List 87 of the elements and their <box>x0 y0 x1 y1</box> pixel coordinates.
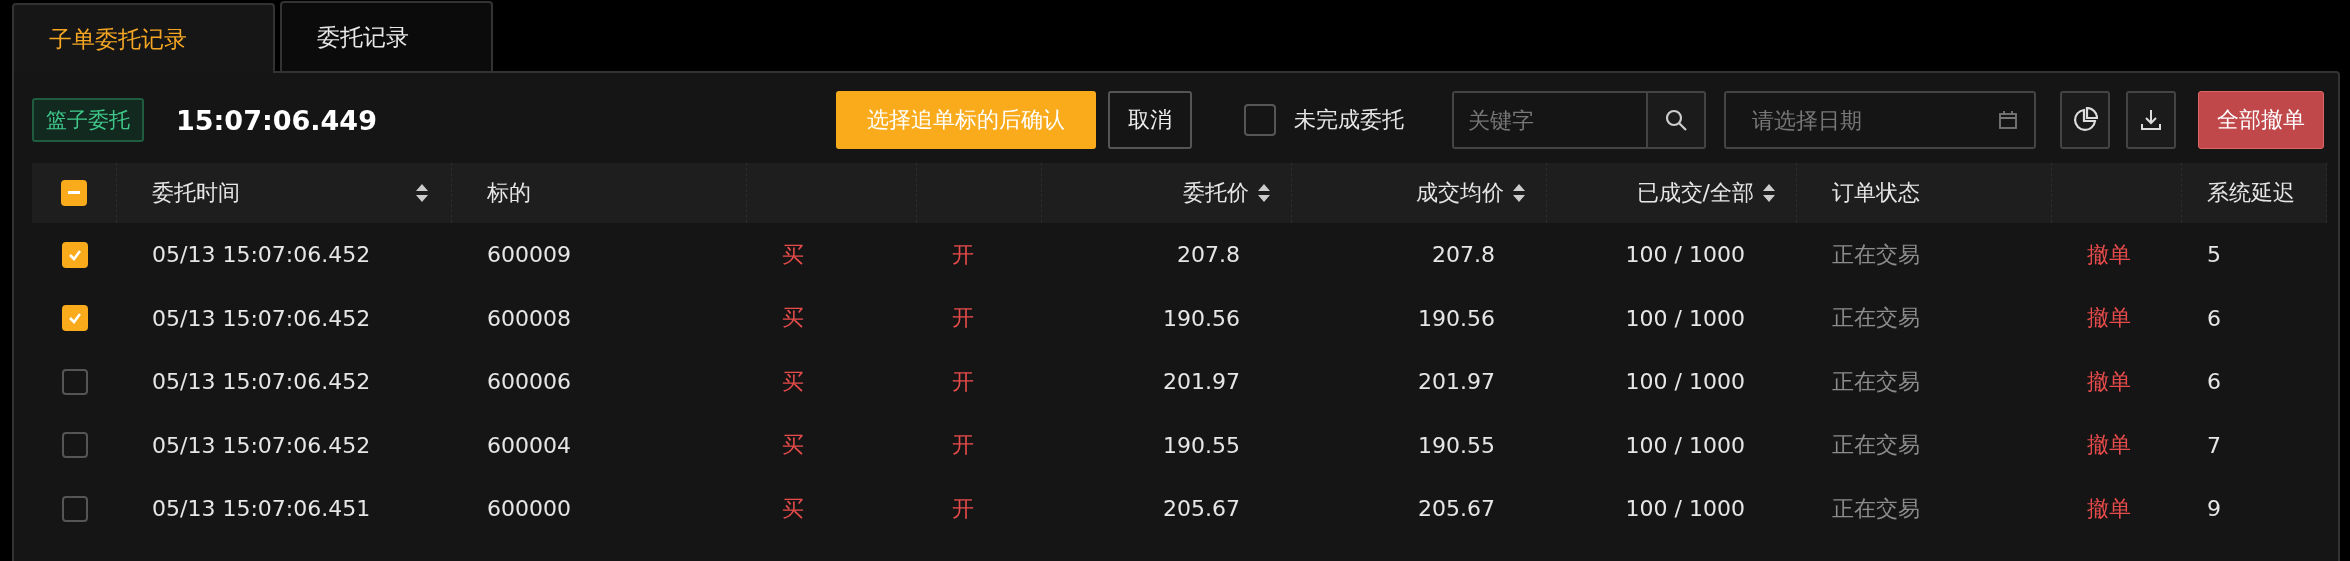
cancel-all-button[interactable]: 全部撤单 <box>2198 91 2324 149</box>
table-cell: 190.55 <box>1163 432 1240 458</box>
table-cell: 600008 <box>487 305 571 331</box>
table-cell: 05/13 15:07:06.451 <box>152 496 371 522</box>
date-field[interactable]: 请选择日期 <box>1724 91 2036 149</box>
row-checkbox[interactable] <box>61 368 88 395</box>
table-cell: 207.8 <box>1432 242 1495 268</box>
table-cell: 05/13 15:07:06.452 <box>152 432 371 458</box>
sort-icon[interactable] <box>1512 183 1526 203</box>
table-cell: 205.67 <box>1163 496 1240 522</box>
table-cell: 100 / 1000 <box>1625 369 1745 395</box>
pie-chart-icon <box>2072 107 2098 133</box>
table-cell-text: 买 <box>782 367 804 396</box>
table-cell-text: 开 <box>952 494 974 523</box>
table-cell: 190.56 <box>1418 305 1495 331</box>
table-cell-text: 正在交易 <box>1832 431 1920 460</box>
table-cell: 201.97 <box>1418 369 1495 395</box>
table-cell: 5 <box>2207 242 2221 268</box>
calendar-icon <box>1998 110 2018 130</box>
column-header: 系统延迟 <box>2207 179 2295 207</box>
column-header: 成交均价 <box>1416 179 1504 207</box>
cancel-order-link[interactable]: 撤单 <box>2087 430 2131 461</box>
table-cell-text: 正在交易 <box>1832 240 1920 269</box>
table-cell: 201.97 <box>1163 369 1240 395</box>
table-cell: 600004 <box>487 432 571 458</box>
row-checkbox[interactable] <box>61 241 88 268</box>
table-cell: 600006 <box>487 369 571 395</box>
sort-icon[interactable] <box>1257 183 1271 203</box>
table-cell: 6 <box>2207 369 2221 395</box>
table-cell: 100 / 1000 <box>1625 432 1745 458</box>
table-cell-text: 开 <box>952 240 974 269</box>
table-cell: 6 <box>2207 305 2221 331</box>
column-header: 订单状态 <box>1832 179 1920 207</box>
download-icon <box>2139 108 2163 132</box>
cancel-order-link[interactable]: 撤单 <box>2087 493 2131 524</box>
table-cell: 100 / 1000 <box>1625 496 1745 522</box>
search-icon <box>1664 108 1688 132</box>
table-cell-text: 开 <box>952 304 974 333</box>
table-cell-text: 买 <box>782 494 804 523</box>
table-cell-text: 买 <box>782 431 804 460</box>
cancel-order-link[interactable]: 撤单 <box>2087 239 2131 270</box>
column-header: 已成交/全部 <box>1636 179 1754 207</box>
table-cell-text: 开 <box>952 367 974 396</box>
table-cell: 600009 <box>487 242 571 268</box>
cancel-order-link[interactable]: 撤单 <box>2087 303 2131 334</box>
basket-order-badge: 篮子委托 <box>32 98 144 142</box>
search-button[interactable] <box>1646 91 1706 149</box>
select-all-checkbox[interactable] <box>61 180 87 206</box>
cancel-order-link[interactable]: 撤单 <box>2087 366 2131 397</box>
column-header: 委托时间 <box>152 179 240 207</box>
table-cell: 05/13 15:07:06.452 <box>152 369 371 395</box>
checkbox[interactable] <box>1244 104 1276 136</box>
table-cell-text: 正在交易 <box>1832 494 1920 523</box>
download-button[interactable] <box>2126 91 2176 149</box>
column-header: 委托价 <box>1183 179 1249 207</box>
column-header: 标的 <box>487 179 531 207</box>
check-icon <box>67 248 82 261</box>
table-cell: 190.55 <box>1418 432 1495 458</box>
row-checkbox[interactable] <box>61 432 88 459</box>
minus-icon <box>68 191 80 195</box>
table-cell: 05/13 15:07:06.452 <box>152 305 371 331</box>
table-cell: 7 <box>2207 432 2221 458</box>
table-cell: 207.8 <box>1177 242 1240 268</box>
table-cell: 190.56 <box>1163 305 1240 331</box>
sort-icon[interactable] <box>1762 183 1776 203</box>
sort-icon[interactable] <box>415 183 429 203</box>
row-checkbox[interactable] <box>61 495 88 522</box>
cancel-button[interactable]: 取消 <box>1108 91 1192 149</box>
table-cell-text: 正在交易 <box>1832 367 1920 396</box>
table-cell: 100 / 1000 <box>1625 242 1745 268</box>
checkbox-label: 未完成委托 <box>1294 106 1404 134</box>
table-cell: 205.67 <box>1418 496 1495 522</box>
check-icon <box>67 312 82 325</box>
table-cell-text: 买 <box>782 304 804 333</box>
table-cell: 9 <box>2207 496 2221 522</box>
row-checkbox[interactable] <box>61 305 88 332</box>
table-cell-text: 开 <box>952 431 974 460</box>
keyword-field[interactable]: 关键字 <box>1452 91 1648 149</box>
table-cell-text: 买 <box>782 240 804 269</box>
tab[interactable]: 子单委托记录 <box>12 3 275 73</box>
table-cell-text: 正在交易 <box>1832 304 1920 333</box>
timestamp: 15:07:06.449 <box>176 104 377 136</box>
tab[interactable]: 委托记录 <box>280 1 493 71</box>
chart-button[interactable] <box>2060 91 2110 149</box>
table-cell: 600000 <box>487 496 571 522</box>
table-cell: 05/13 15:07:06.452 <box>152 242 371 268</box>
table-cell: 100 / 1000 <box>1625 305 1745 331</box>
